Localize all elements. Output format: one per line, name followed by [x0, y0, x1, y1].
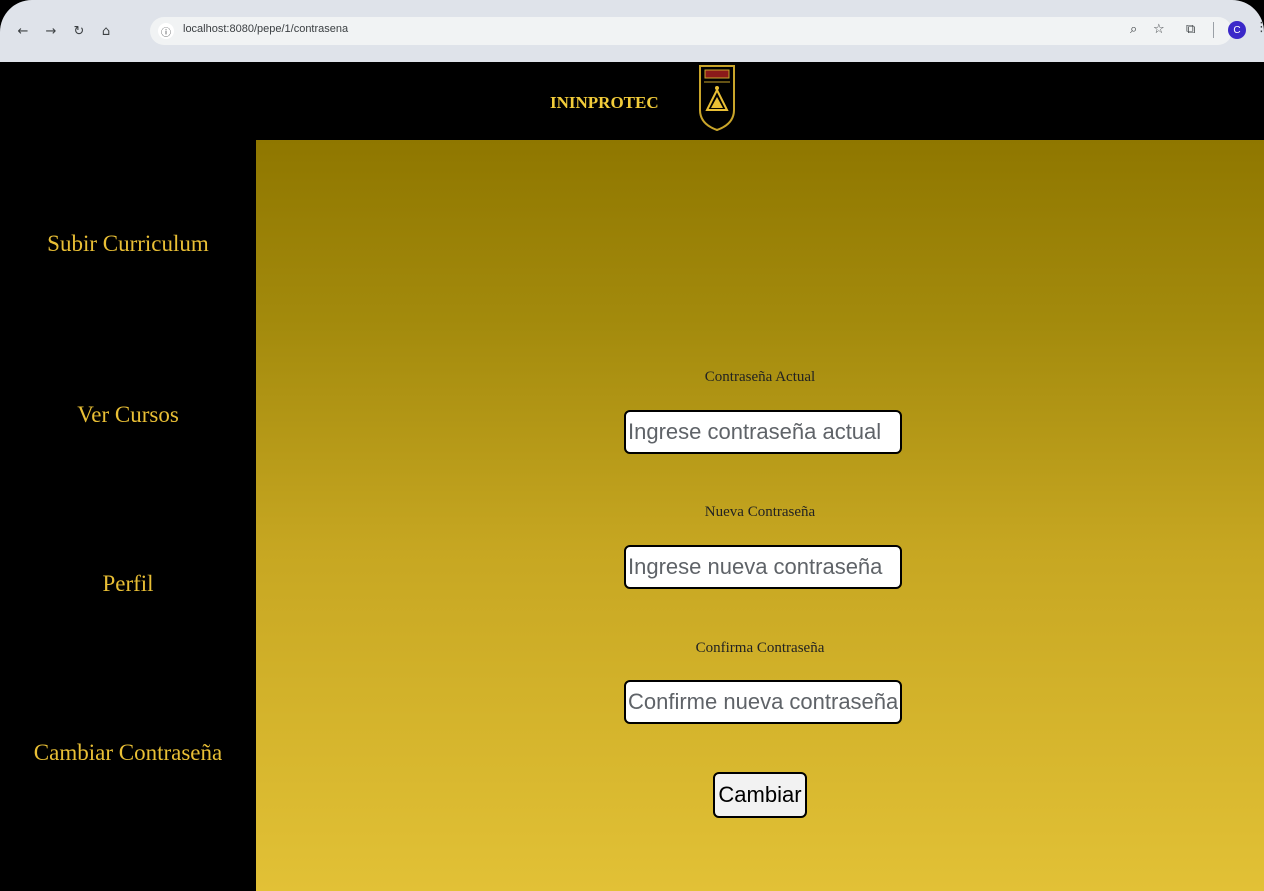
back-arrow-icon[interactable]: ← — [14, 22, 32, 40]
site-info-icon[interactable]: ⓘ — [158, 23, 174, 39]
brand-title: ININPROTEC — [550, 93, 659, 112]
current-password-label: Contraseña Actual — [704, 369, 816, 385]
bookmark-star-icon[interactable]: ☆ — [1153, 22, 1165, 37]
reload-icon[interactable]: ↻ — [70, 22, 88, 40]
ininprotec-logo-icon — [699, 65, 735, 132]
new-password-input[interactable] — [624, 545, 902, 589]
extensions-icon[interactable]: ⧉ — [1186, 22, 1195, 37]
sidebar-item-perfil[interactable]: Perfil — [0, 571, 256, 597]
sidebar-item-cambiar-contrasena[interactable]: Cambiar Contraseña — [0, 740, 256, 766]
home-icon[interactable]: ⌂ — [97, 22, 115, 40]
toolbar-divider — [1213, 22, 1214, 38]
confirm-password-input[interactable] — [624, 680, 902, 724]
profile-avatar[interactable]: C — [1228, 21, 1246, 39]
zoom-icon[interactable]: ⌕ — [1130, 22, 1137, 37]
url-text[interactable]: localhost:8080/pepe/1/contrasena — [183, 23, 348, 35]
sidebar-item-subir-curriculum[interactable]: Subir Curriculum — [0, 231, 256, 257]
browser-chrome: ← → ↻ ⌂ ⓘ localhost:8080/pepe/1/contrase… — [0, 0, 1264, 62]
current-password-input[interactable] — [624, 410, 902, 454]
confirm-password-label: Confirma Contraseña — [695, 640, 825, 656]
forward-arrow-icon[interactable]: → — [42, 22, 60, 40]
sidebar-item-ver-cursos[interactable]: Ver Cursos — [0, 402, 256, 428]
change-password-button[interactable]: Cambiar — [713, 772, 807, 818]
menu-dots-icon[interactable]: ⋮ — [1255, 20, 1264, 35]
new-password-label: Nueva Contraseña — [704, 504, 816, 520]
